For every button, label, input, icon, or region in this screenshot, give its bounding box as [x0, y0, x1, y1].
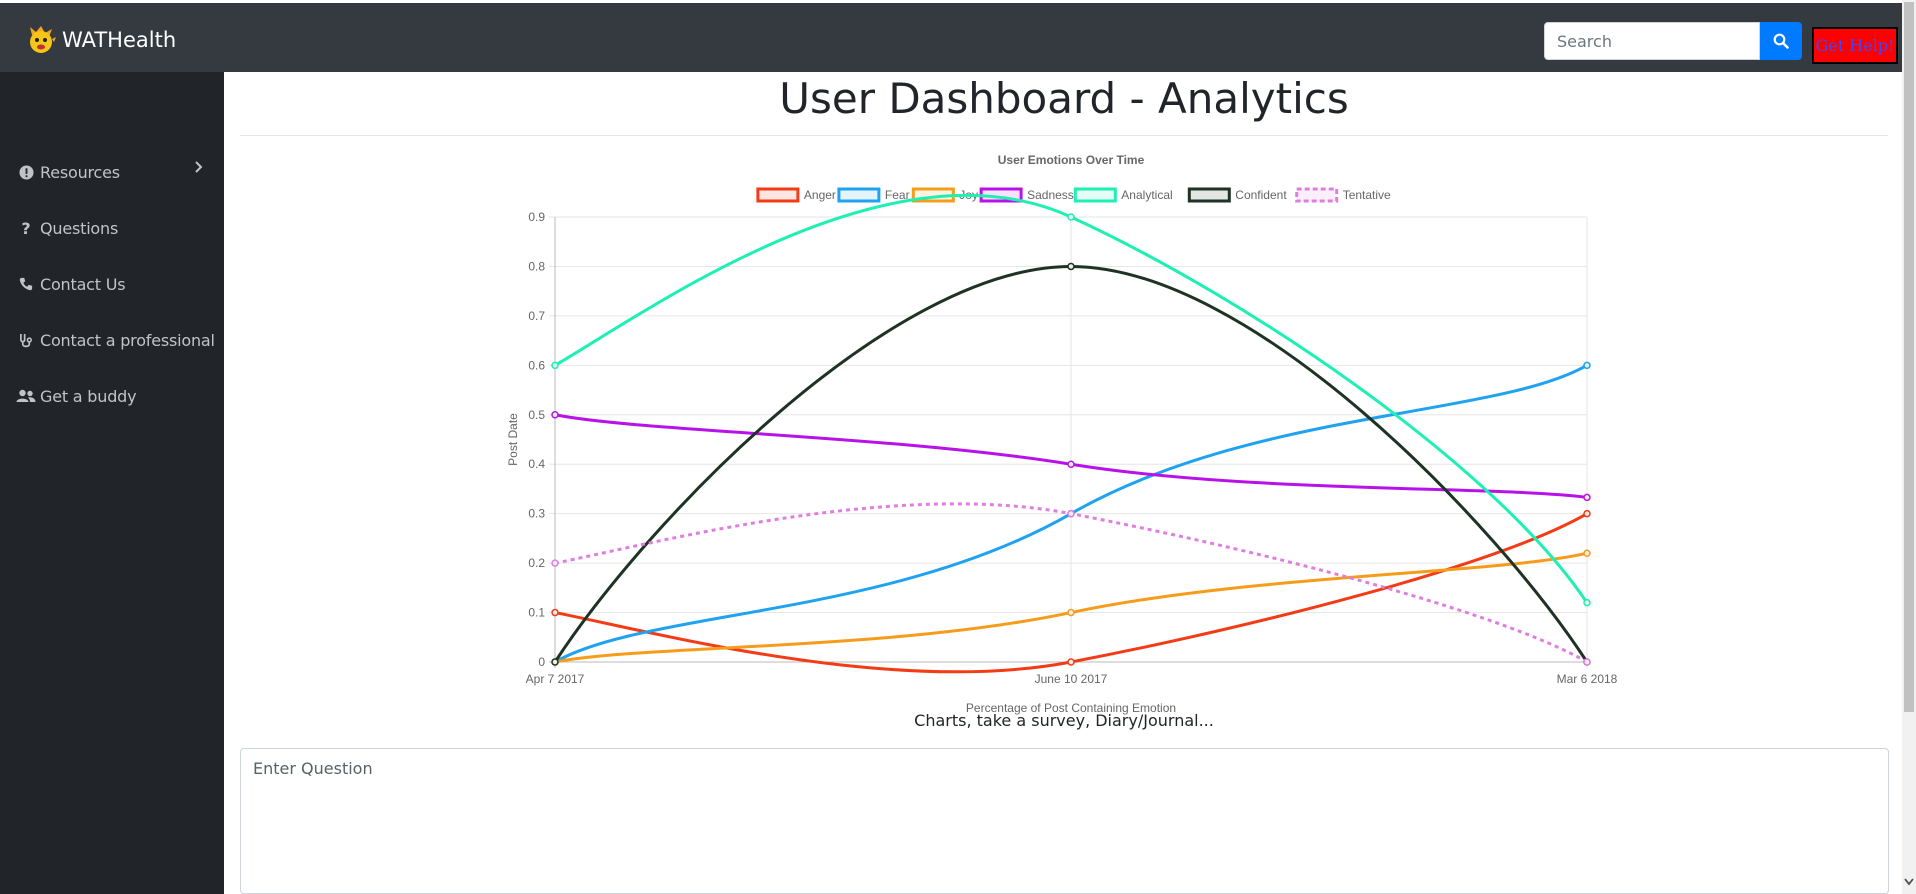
data-point-sadness [1067, 460, 1075, 468]
scrollbar[interactable] [1902, 0, 1916, 894]
x-tick-label: Apr 7 2017 [526, 672, 585, 686]
y-tick-label: 0.3 [528, 507, 545, 521]
sidebar-item-label: Get a buddy [40, 386, 137, 406]
brand-name: WATHealth [62, 28, 177, 52]
data-point-analytical [1583, 598, 1591, 607]
legend-label: Analytical [1121, 188, 1172, 202]
data-point-confident [551, 658, 559, 666]
data-point-tentative [551, 559, 559, 567]
chart-title: User Emotions Over Time [998, 153, 1145, 167]
data-point-sadness [551, 411, 559, 419]
y-tick-label: 0.2 [528, 556, 545, 570]
sidebar-item-label: Questions [40, 218, 119, 238]
data-point-anger [1067, 658, 1075, 666]
legend-swatch [1187, 187, 1231, 203]
y-tick-label: 0.6 [528, 358, 545, 372]
stethoscope-icon [16, 330, 36, 350]
legend-swatch [837, 187, 881, 203]
legend-label: Sadness [1027, 188, 1074, 202]
sidebar-item-contact-professional[interactable]: Contact a professional [16, 327, 215, 353]
chart-caption: Charts, take a survey, Diary/Journal... [914, 711, 1214, 730]
legend-label: Anger [804, 188, 836, 202]
users-icon [16, 386, 36, 406]
y-tick-label: 0.4 [528, 457, 545, 471]
data-point-fear [1583, 361, 1591, 370]
sidebar-item-contact-us[interactable]: Contact Us [16, 271, 126, 297]
legend-label: Confident [1235, 188, 1287, 202]
y-tick-label: 0.9 [528, 210, 545, 224]
search-input[interactable] [1544, 22, 1760, 60]
x-tick-label: Mar 6 2018 [1557, 672, 1618, 686]
sidebar-item-questions[interactable]: ? Questions [16, 215, 118, 241]
data-point-anger [551, 608, 559, 617]
y-tick-label: 0.8 [528, 259, 545, 273]
data-point-sadness [1583, 493, 1591, 502]
data-point-analytical [551, 361, 559, 370]
sidebar-item-resources[interactable]: Resources [16, 159, 120, 185]
y-tick-label: 0.5 [528, 408, 545, 422]
question-textarea[interactable] [240, 748, 1889, 894]
page-title: User Dashboard - Analytics [779, 74, 1349, 123]
scrollbar-thumb[interactable] [1904, 2, 1914, 712]
data-point-confident [1067, 262, 1075, 271]
get-help-button[interactable]: Get Help! [1812, 27, 1898, 64]
emotions-line-chart: User Emotions Over TimeAnger Fear Joy Sadne… [506, 153, 1618, 715]
phone-icon [16, 274, 36, 294]
legend-swatch [1295, 187, 1339, 203]
sidebar-item-label: Contact a professional [40, 330, 215, 350]
top-navbar: WATHealth Get Help! [0, 3, 1902, 72]
exclamation-circle-icon [16, 162, 36, 182]
sidebar-item-get-buddy[interactable]: Get a buddy [16, 383, 137, 409]
y-tick-label: 0 [538, 655, 545, 669]
sidebar-item-label: Contact Us [40, 274, 126, 294]
y-tick-label: 0.7 [528, 309, 545, 323]
data-point-anger [1583, 509, 1591, 518]
logo-icon [30, 26, 56, 53]
y-axis-title: Post Date [506, 413, 520, 466]
y-tick-label: 0.1 [528, 606, 545, 620]
search-form [1544, 22, 1802, 60]
legend-swatch [1073, 187, 1117, 203]
chevron-right-icon[interactable] [194, 161, 204, 173]
x-tick-label: June 10 2017 [1035, 672, 1108, 686]
search-button[interactable] [1760, 22, 1802, 60]
data-point-tentative [1067, 509, 1075, 518]
search-icon [1773, 33, 1789, 49]
sidebar: Resources ? Questions Contact Us Contact… [0, 72, 224, 894]
divider [240, 135, 1888, 136]
data-point-joy [1583, 549, 1591, 557]
question-icon: ? [21, 218, 31, 238]
legend-label: Tentative [1343, 188, 1391, 202]
legend-swatch [756, 187, 800, 203]
data-point-analytical [1067, 213, 1075, 221]
data-point-tentative [1583, 658, 1591, 666]
brand[interactable]: WATHealth [26, 24, 176, 56]
sidebar-item-label: Resources [40, 162, 120, 182]
scroll-down-arrow-icon[interactable] [1904, 876, 1914, 888]
data-point-joy [1067, 608, 1075, 617]
